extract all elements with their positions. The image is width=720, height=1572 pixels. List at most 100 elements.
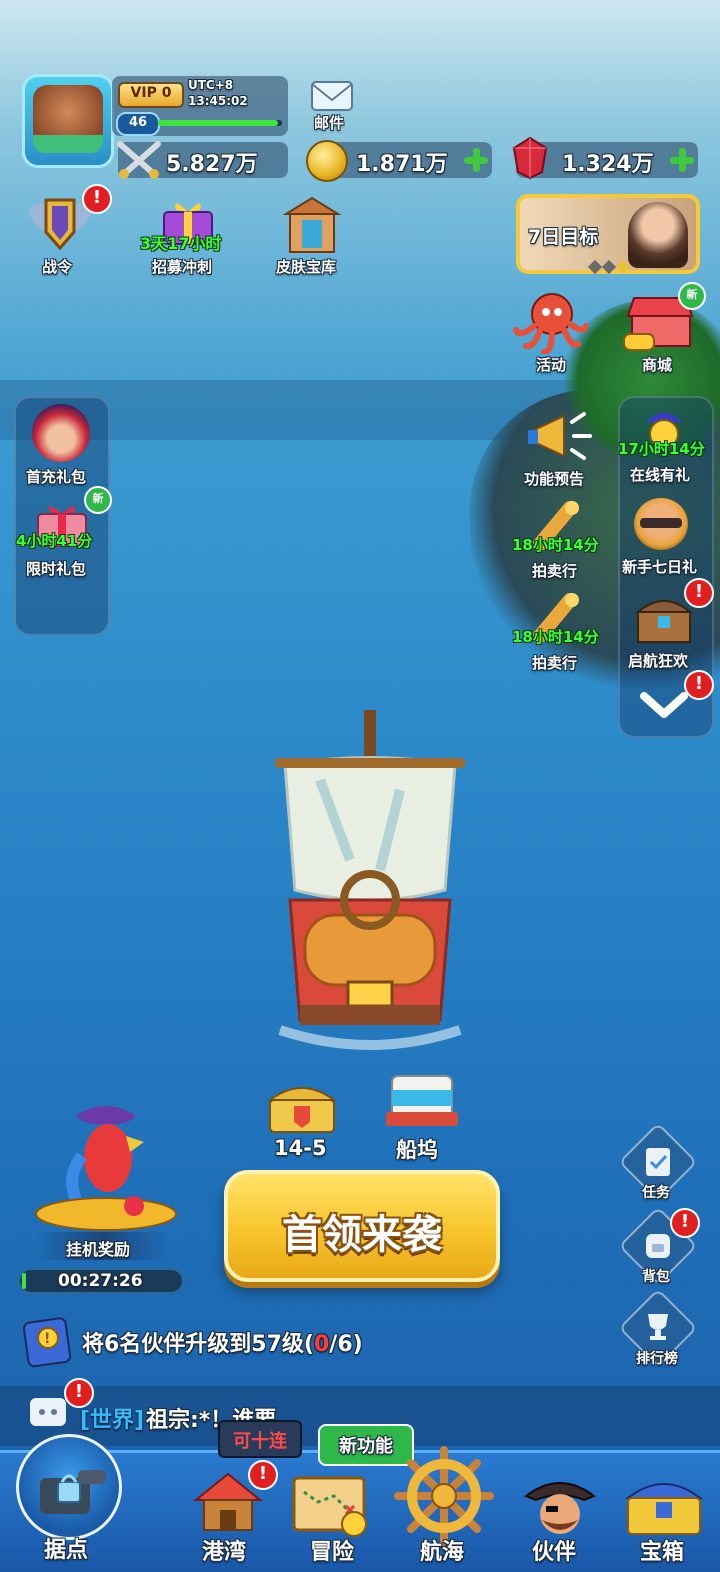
nav-partners[interactable]: 伙伴 xyxy=(512,1470,608,1569)
limited-gift-timer: 4小时41分 xyxy=(16,532,93,550)
backpack-alert: ! xyxy=(670,1208,700,1238)
ten-pull-badge: 可十连 xyxy=(218,1420,302,1458)
timezone-label: UTC+8 xyxy=(188,78,234,92)
tasks-button[interactable]: 任务 xyxy=(618,1122,698,1204)
event-label: 活动 xyxy=(536,356,567,374)
add-gold-button[interactable] xyxy=(462,146,490,174)
idle-reward-button[interactable]: 挂机奖励 00:27:26 xyxy=(18,1096,188,1296)
battle-pass-label: 战令 xyxy=(42,258,73,276)
idle-timer-pill: 00:27:26 xyxy=(18,1268,184,1294)
power-value: 5.827万 xyxy=(166,152,258,177)
svg-text:!: ! xyxy=(44,1331,50,1347)
feature-preview-label: 功能预告 xyxy=(524,470,585,488)
shop-new-tag: 新 xyxy=(678,282,706,310)
wardrobe-icon xyxy=(282,196,342,253)
quest-bar[interactable]: ! 将6名伙伴升级到57级(0/6) xyxy=(20,1312,420,1374)
expand-alert: ! xyxy=(684,670,714,700)
boss-raid-label: 首领来袭 xyxy=(282,1212,442,1258)
megaphone-icon xyxy=(528,412,592,460)
voyage-carnival-label: 启航狂欢 xyxy=(628,652,689,670)
crossed-swords-icon xyxy=(117,141,161,179)
auction-button-2[interactable]: 18小时14分 拍卖行 xyxy=(508,592,608,676)
seven-day-goal-label: 7日目标 xyxy=(528,226,599,248)
trophy-icon xyxy=(648,1314,668,1340)
newbie-seven-day-button[interactable]: 新手七日礼 xyxy=(618,494,710,578)
cannon-lock-icon xyxy=(40,1470,106,1514)
gold-value: 1.871万 xyxy=(356,152,448,177)
parrot-on-gold-icon xyxy=(35,1106,177,1231)
heroine-portrait xyxy=(628,202,688,268)
vip-label: VIP 0 xyxy=(130,85,172,101)
nav-voyage-label: 航海 xyxy=(420,1540,465,1565)
mail-button[interactable]: 邮件 xyxy=(306,76,358,132)
online-gift-button[interactable]: 17小时14分 在线有礼 xyxy=(614,404,714,486)
auction-1-label: 拍卖行 xyxy=(532,562,578,580)
octopus-icon xyxy=(513,293,588,354)
nav-harbor-label: 港湾 xyxy=(202,1540,247,1565)
treasure-map-icon xyxy=(292,1476,367,1537)
ten-pull-label: 可十连 xyxy=(233,1431,287,1452)
backpack-icon xyxy=(646,1234,670,1258)
boss-raid-button[interactable]: 首领来袭 xyxy=(224,1170,500,1282)
nav-stronghold[interactable]: 据点 xyxy=(10,1428,128,1569)
level-badge: 46 xyxy=(116,112,160,136)
nav-stronghold-label: 据点 xyxy=(44,1538,89,1563)
recruit-timer: 3天17小时 xyxy=(140,234,222,253)
quest-text: 将6名伙伴升级到57级(0/6) xyxy=(82,1326,363,1358)
exp-bar-fill xyxy=(158,120,279,126)
red-gem-icon xyxy=(512,136,548,180)
chevron-down-icon xyxy=(640,692,688,718)
auction-button-1[interactable]: 18小时14分 拍卖行 xyxy=(508,500,608,586)
quest-current: 0 xyxy=(313,1332,330,1357)
leaderboard-label: 排行榜 xyxy=(636,1351,678,1367)
battle-pass-alert: ! xyxy=(82,184,112,214)
stage-label: 14-5 xyxy=(274,1136,327,1160)
exp-bar xyxy=(158,120,282,126)
ship-wheel-icon xyxy=(394,1446,494,1546)
chest-icon xyxy=(266,1087,338,1133)
recruit-sprint-button[interactable]: 3天17小时 招募冲刺 xyxy=(140,196,236,280)
gold-chest-icon xyxy=(625,1483,703,1535)
stage-chest-button[interactable]: 14-5 xyxy=(262,1076,342,1166)
voyage-carnival-button[interactable]: 启航狂欢 xyxy=(618,590,710,672)
shop-label: 商城 xyxy=(642,356,673,374)
skin-vault-label: 皮肤宝库 xyxy=(276,258,337,276)
nav-adventure-label: 冒险 xyxy=(310,1540,355,1565)
backpack-label: 背包 xyxy=(642,1269,670,1285)
online-gift-timer: 17小时14分 xyxy=(618,440,705,458)
feature-preview-button[interactable]: 功能预告 xyxy=(516,408,600,492)
leaderboard-button[interactable]: 排行榜 xyxy=(618,1288,698,1370)
nav-chest-label: 宝箱 xyxy=(640,1540,685,1565)
first-charge-button[interactable]: 首充礼包 xyxy=(18,402,106,488)
vip-badge[interactable]: VIP 0 xyxy=(118,82,184,108)
limited-gift-label: 限时礼包 xyxy=(26,560,87,578)
event-button[interactable]: 活动 xyxy=(508,290,598,376)
clipboard-icon xyxy=(646,1148,670,1176)
skin-vault-button[interactable]: 皮肤宝库 xyxy=(274,194,350,278)
newbie-seven-day-label: 新手七日礼 xyxy=(622,558,698,576)
first-charge-label: 首充礼包 xyxy=(26,468,87,486)
player-info-panel: VIP 0 UTC+8 13:45:02 46 xyxy=(112,76,288,136)
mail-icon xyxy=(311,81,353,111)
seven-day-goal-banner[interactable]: 7日目标 xyxy=(516,194,700,275)
treasure-chest-icon xyxy=(635,600,693,643)
dock-label: 船坞 xyxy=(396,1138,438,1162)
nav-adventure[interactable]: 冒险 xyxy=(286,1472,382,1569)
limited-gift-new-tag: 新 xyxy=(84,486,112,514)
server-time: 13:45:02 xyxy=(188,94,248,108)
harbor-alert: ! xyxy=(248,1460,278,1490)
pirate-lady-icon xyxy=(32,404,90,462)
auction-2-label: 拍卖行 xyxy=(532,654,578,672)
nav-chest[interactable]: 宝箱 xyxy=(618,1470,714,1569)
quest-book-icon: ! xyxy=(22,1317,72,1368)
dock-button[interactable]: 船坞 xyxy=(382,1068,462,1164)
nav-voyage[interactable]: 航海 xyxy=(392,1446,496,1569)
sail-icon xyxy=(386,1075,458,1126)
idle-timer: 00:27:26 xyxy=(58,1271,143,1291)
recruit-label: 招募冲刺 xyxy=(152,258,213,276)
tasks-label: 任务 xyxy=(642,1185,670,1201)
expand-chevron-button[interactable] xyxy=(636,684,692,724)
pirate-captain-icon xyxy=(523,1482,597,1534)
avatar[interactable] xyxy=(22,74,114,168)
add-gems-button[interactable] xyxy=(668,146,696,174)
